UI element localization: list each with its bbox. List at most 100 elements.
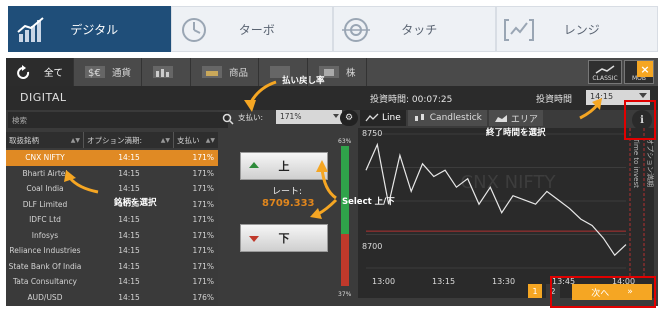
call-up-button[interactable]: 上 — [240, 152, 328, 180]
chart-tab-line[interactable]: Line — [360, 110, 406, 126]
target-icon — [342, 18, 370, 42]
category-bar: 全て $€ 通貨 商品 株 CLASSIC MOB × — [6, 58, 658, 86]
category-all[interactable]: 全て — [6, 58, 75, 86]
asset-list-panel: 検索 取扱銘柄 ▲▼ オプション満期: ▲▼ 支払い ▲▼ CNX NIFTY 14:1… — [6, 110, 234, 306]
search-input[interactable]: 検索 — [8, 112, 234, 128]
category-stock-label: 株 — [346, 68, 356, 79]
classic-mode-button[interactable]: CLASSIC — [588, 60, 622, 84]
table-row[interactable]: Reliance Industries 14:15 171% — [6, 243, 218, 259]
cell-asset: AUD/USD — [27, 292, 63, 302]
category-currency-label: 通貨 — [112, 68, 132, 79]
asset-table-header: 取扱銘柄 ▲▼ オプション満期: ▲▼ 支払い ▲▼ — [6, 132, 218, 148]
header-asset[interactable]: 取扱銘柄 ▲▼ — [6, 132, 84, 148]
info-highlight-box — [624, 100, 656, 140]
cell-asset: IDFC Ltd — [29, 215, 61, 225]
annotation-select-expiry: 終了時間を選択 — [486, 128, 546, 138]
category-commodity[interactable]: 商品 — [191, 58, 260, 86]
close-icon[interactable]: × — [637, 61, 653, 77]
rate-label: レート: — [272, 187, 303, 197]
chart-tab-area[interactable]: エリア — [488, 110, 543, 126]
range-icon — [503, 19, 534, 41]
header-expiry[interactable]: オプション満期: ▲▼ — [84, 132, 174, 148]
search-icon[interactable] — [222, 113, 234, 125]
sentiment-bar — [341, 146, 349, 286]
chart-type-tabs: ⚙ Line Candlestick エリア — [340, 110, 543, 126]
sort-icon: ▲▼ — [160, 136, 170, 144]
x-tick-label: 13:30 — [492, 277, 515, 286]
cell-asset: Bharti Airtel — [22, 168, 68, 178]
bar-chart-icon — [17, 17, 44, 42]
mobile-mode-button[interactable]: MOB × — [624, 60, 654, 84]
table-row[interactable]: Bharti Airtel 14:15 171% — [6, 166, 218, 182]
header-asset-label: 取扱銘柄 — [9, 135, 39, 145]
currency-icon: $€ — [85, 66, 106, 79]
line-chart-icon — [365, 113, 379, 122]
cell-payout: 171% — [192, 246, 214, 256]
tab-digital[interactable]: デジタル — [8, 6, 171, 52]
payout-select[interactable]: 171% — [276, 110, 342, 124]
rate-value: 8709.333 — [262, 198, 315, 209]
tab-turbo[interactable]: ターボ — [170, 6, 333, 52]
expiry-time-value: 14:15 — [590, 92, 614, 101]
cell-payout: 171% — [192, 184, 214, 194]
tab-turbo-label: ターボ — [238, 22, 275, 37]
cell-asset: Reliance Industries — [9, 246, 81, 256]
annotation-select-direction: Select 上/下 — [342, 197, 395, 207]
page-1-button[interactable]: 1 — [528, 284, 542, 298]
investment-time-select-label: 投資時間 — [536, 95, 573, 105]
table-row[interactable]: Infosys 14:15 171% — [6, 228, 218, 244]
sentiment-down-percent: 37% — [338, 291, 352, 298]
table-row[interactable]: Coal India 14:15 171% — [6, 181, 218, 197]
category-index[interactable] — [142, 58, 192, 86]
table-row[interactable]: DLF Limited 14:15 171% — [6, 197, 218, 213]
asset-table-body: CNX NIFTY 14:15 171% Bharti Airtel 14:15 171%… — [6, 150, 218, 305]
tab-touch[interactable]: タッチ — [333, 6, 496, 52]
tab-touch-label: タッチ — [401, 22, 438, 37]
table-row[interactable]: AUD/USD 14:15 176% — [6, 290, 218, 306]
header-expiry-label: オプション満期: — [87, 135, 143, 145]
chart-watermark: CNX NIFTY — [461, 172, 557, 193]
cell-payout: 171% — [192, 277, 214, 287]
cell-expiry: 14:15 — [118, 153, 140, 163]
table-row[interactable]: State Bank Of India 14:15 171% — [6, 259, 218, 275]
refresh-icon — [17, 65, 30, 79]
annotation-payback-rate: 払い戻し率 — [282, 76, 325, 86]
sentiment-up-percent: 63% — [338, 138, 352, 145]
price-chart-svg: CNX NIFTY 8750 8700 Time to invest オプション満期 13… — [362, 128, 654, 286]
chevron-down-icon — [639, 93, 647, 98]
arrow-down-icon — [249, 236, 259, 242]
tab-digital-label: デジタル — [70, 22, 119, 37]
payout-value: 171% — [280, 112, 302, 121]
tab-range[interactable]: レンジ — [495, 6, 658, 52]
sentiment-bar-up — [341, 146, 349, 235]
table-row[interactable]: IDFC Ltd 14:15 171% — [6, 212, 218, 228]
table-row[interactable]: CNX NIFTY 14:15 171% — [6, 150, 218, 166]
chart-tab-candlestick[interactable]: Candlestick — [407, 110, 487, 126]
header-payout-label: 支払い — [177, 135, 200, 145]
header-payout[interactable]: 支払い ▲▼ — [174, 132, 218, 148]
chart-tab-candlestick-label: Candlestick — [429, 113, 482, 123]
cell-asset: Infosys — [31, 230, 59, 240]
clock-icon — [181, 18, 206, 42]
sort-icon: ▲▼ — [70, 136, 80, 144]
cell-payout: 171% — [192, 215, 214, 225]
title-bar: DIGITAL 投資時間: 00:07:25 投資時間 14:15 — [6, 86, 658, 110]
svg-text:$€: $€ — [88, 68, 101, 79]
cell-expiry: 14:15 — [118, 168, 140, 178]
tab-range-label: レンジ — [563, 22, 600, 37]
index-icon — [153, 66, 174, 78]
put-down-button[interactable]: 下 — [240, 224, 328, 252]
search-placeholder: 検索 — [12, 116, 27, 125]
settings-gear-icon[interactable]: ⚙ — [340, 110, 358, 126]
product-tabs: デジタル ターボ タッチ レンジ — [8, 6, 658, 52]
next-highlight-box — [550, 276, 656, 308]
cell-asset: Tata Consultancy — [12, 277, 78, 287]
cell-asset: Coal India — [26, 184, 64, 194]
cell-payout: 171% — [192, 230, 214, 240]
chart-tab-area-label: エリア — [510, 114, 538, 125]
arrow-up-icon — [249, 162, 259, 168]
cell-payout: 176% — [192, 292, 214, 302]
category-currency[interactable]: $€ 通貨 — [74, 58, 143, 86]
table-row[interactable]: Tata Consultancy 14:15 171% — [6, 274, 218, 290]
cell-expiry: 14:15 — [118, 261, 140, 271]
